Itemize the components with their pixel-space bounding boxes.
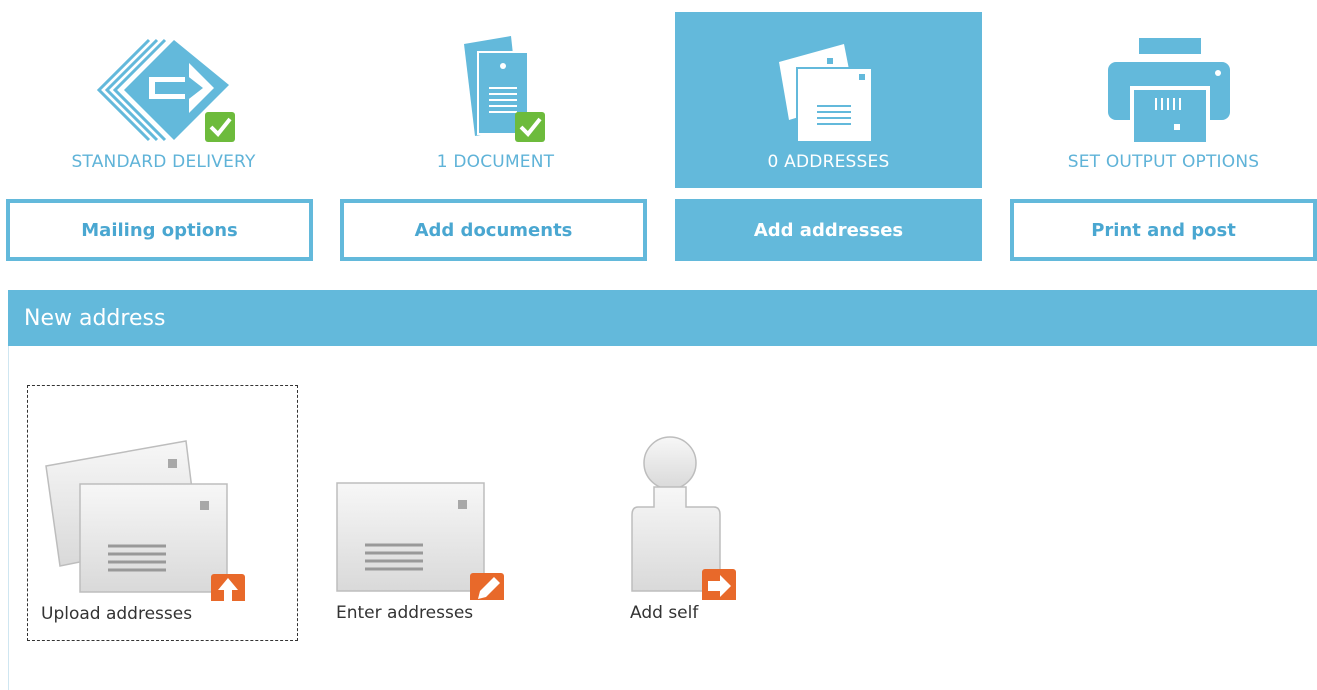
upload-addresses-option[interactable]: Upload addresses bbox=[27, 385, 298, 641]
step-mailing-options: STANDARD DELIVERY bbox=[10, 12, 317, 188]
printer-icon bbox=[1107, 38, 1230, 142]
option-label: Add self bbox=[630, 603, 699, 623]
check-badge-icon bbox=[514, 112, 545, 142]
envelopes-icon bbox=[778, 44, 873, 143]
document-icon bbox=[463, 36, 545, 142]
check-badge-icon bbox=[204, 112, 235, 142]
step-status: STANDARD DELIVERY bbox=[71, 152, 256, 172]
step-status: 0 ADDRESSES bbox=[767, 152, 890, 172]
add-documents-button[interactable]: Add documents bbox=[340, 199, 647, 261]
option-label: Upload addresses bbox=[41, 604, 193, 624]
add-addresses-button[interactable]: Add addresses bbox=[675, 199, 982, 261]
edit-envelope-icon bbox=[336, 482, 504, 600]
step-icon-wrap bbox=[1010, 30, 1317, 148]
step-add-documents: 1 DOCUMENT bbox=[342, 12, 649, 188]
upload-envelopes-icon bbox=[45, 440, 245, 601]
step-status: SET OUTPUT OPTIONS bbox=[1067, 152, 1260, 172]
step-add-addresses: 0 ADDRESSES bbox=[675, 12, 982, 188]
step-print-and-post: SET OUTPUT OPTIONS bbox=[1010, 12, 1317, 188]
print-and-post-button[interactable]: Print and post bbox=[1010, 199, 1317, 261]
mailing-wizard: STANDARD DELIVERY Mailing options 1 DOCU… bbox=[0, 0, 1317, 690]
step-icon-wrap bbox=[342, 30, 649, 148]
panel-title: New address bbox=[24, 305, 166, 331]
step-status: 1 DOCUMENT bbox=[436, 152, 555, 172]
add-self-option[interactable]: Add self bbox=[616, 385, 766, 641]
panel-header: New address bbox=[8, 290, 1317, 346]
step-icon-wrap bbox=[10, 30, 317, 148]
step-icon-wrap bbox=[675, 30, 982, 148]
person-arrow-icon bbox=[631, 436, 736, 600]
option-label: Enter addresses bbox=[336, 603, 474, 623]
enter-addresses-option[interactable]: Enter addresses bbox=[322, 385, 522, 641]
mailing-options-button[interactable]: Mailing options bbox=[6, 199, 313, 261]
delivery-arrow-icon bbox=[96, 38, 235, 142]
